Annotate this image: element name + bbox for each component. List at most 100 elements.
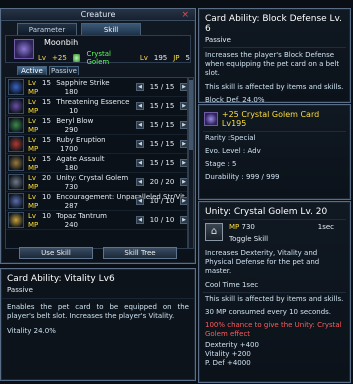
skill-lv-label: Lv xyxy=(28,174,37,182)
unity-skill-meta: MP 730 1sec Toggle Skill xyxy=(229,223,344,243)
skill-line-2: MP 290 xyxy=(28,126,78,134)
block-defense-tooltip: Card Ability: Block Defense Lv. 6 Passiv… xyxy=(198,8,351,104)
tab-skill[interactable]: Skill xyxy=(81,23,141,35)
unity-icon[interactable] xyxy=(8,174,24,190)
tab-passive[interactable]: Passive xyxy=(49,66,79,75)
block-note: This skill is affected by items and skil… xyxy=(205,83,344,91)
skill-line-1: Lv 15 Sapphire Strike xyxy=(28,79,110,87)
skill-lv-label: Lv xyxy=(28,155,37,163)
skill-mp: 180 xyxy=(64,88,78,96)
creature-window: Creature × Parameter Skill Moonbih Lv +2… xyxy=(0,8,196,264)
skill-mp: 10 xyxy=(69,107,78,115)
encouragement-icon[interactable] xyxy=(8,193,24,209)
skill-lv-label: Lv xyxy=(28,212,37,220)
skill-line-2: MP 240 xyxy=(28,221,78,229)
skill-row[interactable]: Lv 15 Sapphire Strike MP 180 ◀ 15 / 15 ▶ xyxy=(6,78,187,97)
decrease-arrow-icon[interactable]: ◀ xyxy=(136,159,144,167)
unity-cast-time: 1sec xyxy=(317,223,334,231)
increase-arrow-icon[interactable]: ▶ xyxy=(180,159,187,167)
skill-line-1: Lv 10 Topaz Tantrum xyxy=(28,212,107,220)
skill-name: Topaz Tantrum xyxy=(56,212,107,220)
scrollbar-thumb[interactable] xyxy=(189,80,193,150)
skill-row[interactable]: Lv 15 Beryl Blow MP 290 ◀ 15 / 15 ▶ xyxy=(6,116,187,135)
skill-level-control: ◀ 10 / 10 ▶ xyxy=(136,216,187,224)
vitality-tooltip: Card Ability: Vitality Lv6 Passive Enabl… xyxy=(0,268,196,381)
card-stage: Stage : 5 xyxy=(205,160,237,168)
skill-name: Beryl Blow xyxy=(56,117,94,125)
skill-mp-label: MP xyxy=(28,88,39,96)
skill-list-scrollbar[interactable] xyxy=(188,77,194,249)
decrease-arrow-icon[interactable]: ◀ xyxy=(136,83,144,91)
skill-row[interactable]: Lv 10 Topaz Tantrum MP 240 ◀ 10 / 10 ▶ xyxy=(6,211,187,230)
skill-name: Agate Assault xyxy=(56,155,105,163)
skill-row[interactable]: Lv 10 Encouragement: Unparalleled Str/Vit… xyxy=(6,192,187,211)
creature-window-title: Creature xyxy=(1,9,195,21)
decrease-arrow-icon[interactable]: ◀ xyxy=(136,197,144,205)
ruby-eruption-icon[interactable] xyxy=(8,136,24,152)
close-icon[interactable]: × xyxy=(181,11,189,20)
use-skill-button[interactable]: Use Skill xyxy=(19,247,93,259)
skill-line-2: MP 10 xyxy=(28,107,78,115)
vitality-description: Enables the pet card to be equipped on t… xyxy=(1,298,195,321)
skill-level-value: 10 / 10 xyxy=(149,197,175,205)
increase-arrow-icon[interactable]: ▶ xyxy=(180,197,187,205)
increase-arrow-icon[interactable]: ▶ xyxy=(180,83,187,91)
block-description: Increases the player's Block Defense whe… xyxy=(205,51,340,77)
beryl-blow-icon[interactable] xyxy=(8,117,24,133)
unity-effect-dex: Dexterity +400 xyxy=(205,341,259,349)
skill-line-2: MP 287 xyxy=(28,202,78,210)
skill-mp: 1700 xyxy=(60,145,78,153)
skill-row[interactable]: Lv 15 Agate Assault MP 180 ◀ 15 / 15 ▶ xyxy=(6,154,187,173)
skill-tree-button[interactable]: Skill Tree xyxy=(103,247,177,259)
skill-lv-label: Lv xyxy=(28,79,37,87)
skill-line-1: Lv 20 Unity: Crystal Golem xyxy=(28,174,128,182)
skill-level-control: ◀ 10 / 10 ▶ xyxy=(136,197,187,205)
skill-level-control: ◀ 20 / 20 ▶ xyxy=(136,178,187,186)
unity-mp-label: MP xyxy=(229,223,240,231)
card-evo-level: Evo. Level : Adv xyxy=(205,147,261,155)
card-title-row: +25 Crystal Golem Card Lv195 xyxy=(199,105,350,131)
skill-line-1: Lv 15 Ruby Eruption xyxy=(28,136,106,144)
increase-arrow-icon[interactable]: ▶ xyxy=(180,102,187,110)
unity-kind: Toggle Skill xyxy=(229,235,269,243)
topaz-tantrum-icon[interactable] xyxy=(8,212,24,228)
vitality-title: Card Ability: Vitality Lv6 xyxy=(7,274,115,284)
skill-level-value: 20 / 20 xyxy=(149,178,175,186)
decrease-arrow-icon[interactable]: ◀ xyxy=(136,102,144,110)
crystal-golem-card-icon xyxy=(204,112,218,126)
unity-mp-row: MP 730 1sec xyxy=(229,223,344,231)
skill-row[interactable]: Lv 15 Ruby Eruption MP 1700 ◀ 15 / 15 ▶ xyxy=(6,135,187,154)
unity-title: Unity: Crystal Golem Lv. 20 xyxy=(205,207,328,217)
skill-mp-label: MP xyxy=(28,126,39,134)
pet-portrait-icon[interactable] xyxy=(14,39,34,59)
skill-level: 10 xyxy=(42,193,51,201)
skill-lv-label: Lv xyxy=(28,193,37,201)
increase-arrow-icon[interactable]: ▶ xyxy=(180,216,187,224)
agate-assault-icon[interactable] xyxy=(8,155,24,171)
pet-header: Moonbih Lv +25 Crystal Golem Lv 195 JP 5 xyxy=(5,35,191,66)
increase-arrow-icon[interactable]: ▶ xyxy=(180,140,187,148)
skill-level-value: 15 / 15 xyxy=(149,140,175,148)
skill-lv-label: Lv xyxy=(28,98,37,106)
decrease-arrow-icon[interactable]: ◀ xyxy=(136,216,144,224)
block-type: Passive xyxy=(205,36,231,44)
card-durability: Durability : 999 / 999 xyxy=(205,173,280,181)
skill-level-value: 15 / 15 xyxy=(149,159,175,167)
sapphire-strike-icon[interactable] xyxy=(8,79,24,95)
pet-level-label: Lv xyxy=(38,54,47,62)
skill-level: 15 xyxy=(42,136,51,144)
increase-arrow-icon[interactable]: ▶ xyxy=(180,121,187,129)
decrease-arrow-icon[interactable]: ◀ xyxy=(136,140,144,148)
threatening-essence-icon[interactable] xyxy=(8,98,24,114)
skill-row[interactable]: Lv 15 Threatening Essence MP 10 ◀ 15 / 15 ▶ xyxy=(6,97,187,116)
decrease-arrow-icon[interactable]: ◀ xyxy=(136,178,144,186)
increase-arrow-icon[interactable]: ▶ xyxy=(180,178,187,186)
skill-mp-label: MP xyxy=(28,202,39,210)
tab-parameter[interactable]: Parameter xyxy=(17,23,77,35)
pet-card-name: Crystal Golem xyxy=(86,50,112,66)
tab-active[interactable]: Active xyxy=(17,66,47,75)
skill-level: 15 xyxy=(42,98,51,106)
unity-chance: 100% chance to give the Unity: Crystal G… xyxy=(205,321,342,338)
decrease-arrow-icon[interactable]: ◀ xyxy=(136,121,144,129)
skill-row[interactable]: Lv 20 Unity: Crystal Golem MP 730 ◀ 20 / 20 ▶ xyxy=(6,173,187,192)
